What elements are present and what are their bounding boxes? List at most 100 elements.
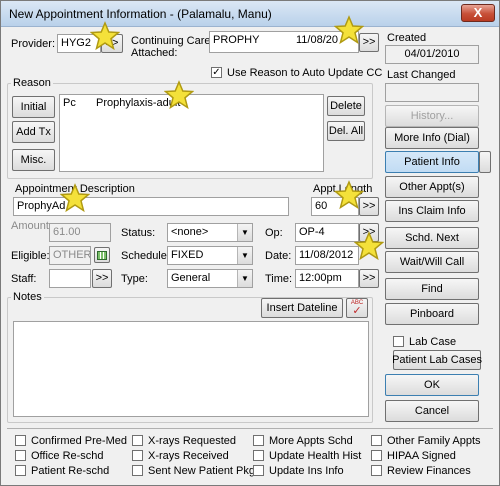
op-field[interactable]: OP-4 bbox=[295, 223, 359, 242]
pinboard-button[interactable]: Pinboard bbox=[385, 303, 479, 325]
op-value: OP-4 bbox=[299, 226, 325, 238]
reason-delete-button[interactable]: Delete bbox=[327, 96, 365, 116]
reason-add-tx-button[interactable]: Add Tx bbox=[12, 121, 55, 143]
x-rays-received-checkbox[interactable] bbox=[132, 450, 143, 461]
date-label: Date: bbox=[265, 250, 292, 262]
use-reason-checkbox[interactable]: ✓ bbox=[211, 67, 222, 78]
patient-info-button[interactable]: Patient Info bbox=[385, 151, 479, 173]
confirmed-pre-med-label: Confirmed Pre-Med bbox=[31, 435, 127, 447]
notes-textarea[interactable] bbox=[13, 321, 369, 417]
x-rays-requested-label: X-rays Requested bbox=[148, 435, 237, 447]
staff-field[interactable] bbox=[49, 269, 91, 288]
reason-item-desc: Prophylaxis-adult bbox=[96, 97, 181, 109]
lab-case-checkbox[interactable] bbox=[393, 336, 404, 347]
other-family-appts-label: Other Family Appts bbox=[387, 435, 481, 447]
more-appts-schd-checkbox[interactable] bbox=[253, 435, 264, 446]
other-appts-button[interactable]: Other Appt(s) bbox=[385, 176, 479, 198]
confirmed-pre-med-checkbox[interactable] bbox=[15, 435, 26, 446]
more-info-button[interactable]: More Info (Dial) bbox=[385, 127, 479, 149]
continuing-care-date: 11/08/20 bbox=[296, 34, 339, 46]
window-title: New Appointment Information - (Palamalu,… bbox=[9, 7, 272, 21]
date-field[interactable]: 11/08/2012 bbox=[295, 246, 359, 265]
description-value: ProphyAd bbox=[17, 200, 66, 212]
appointment-window: New Appointment Information - (Palamalu,… bbox=[0, 0, 500, 486]
type-value: General bbox=[171, 272, 211, 284]
cancel-button[interactable]: Cancel bbox=[385, 400, 479, 422]
last-changed-label: Last Changed bbox=[387, 69, 456, 81]
appt-length-browse-button[interactable]: >> bbox=[359, 197, 379, 216]
schedule-label: Schedule: bbox=[121, 250, 170, 262]
continuing-care-value: PROPHY bbox=[213, 34, 260, 46]
eligibility-grid-button[interactable] bbox=[94, 247, 110, 263]
provider-select[interactable]: HYG2 bbox=[57, 34, 101, 53]
time-browse-button[interactable]: >> bbox=[359, 269, 379, 288]
hipaa-signed-label: HIPAA Signed bbox=[387, 450, 456, 462]
patient-re-schd-checkbox[interactable] bbox=[15, 465, 26, 476]
wait-will-call-button[interactable]: Wait/Will Call bbox=[385, 251, 479, 273]
provider-value: HYG2 bbox=[61, 37, 91, 49]
update-health-hist-checkbox[interactable] bbox=[253, 450, 264, 461]
review-finances-checkbox[interactable] bbox=[371, 465, 382, 476]
chevron-down-icon: ▼ bbox=[237, 247, 252, 264]
time-label: Time: bbox=[265, 273, 293, 285]
date-value: 11/08/2012 bbox=[299, 249, 354, 261]
status-select[interactable]: <none> ▼ bbox=[167, 223, 253, 242]
provider-browse-button[interactable]: >> bbox=[101, 34, 123, 53]
time-value: 12:00pm bbox=[299, 272, 342, 284]
chevron-down-icon: ▼ bbox=[237, 224, 252, 241]
continuing-care-label: Continuing Care bbox=[131, 35, 211, 47]
ins-claim-button[interactable]: Ins Claim Info bbox=[385, 200, 479, 222]
x-rays-received-label: X-rays Received bbox=[148, 450, 229, 462]
type-label: Type: bbox=[121, 273, 148, 285]
reason-initial-button[interactable]: Initial bbox=[12, 96, 55, 118]
status-value: <none> bbox=[171, 226, 209, 238]
last-changed-field bbox=[385, 83, 479, 102]
close-button[interactable]: X bbox=[461, 4, 495, 22]
appt-length-label: Appt Length bbox=[313, 183, 373, 195]
bottom-divider bbox=[7, 428, 493, 429]
chevron-down-icon: ▼ bbox=[237, 270, 252, 287]
history-button[interactable]: History... bbox=[385, 105, 479, 127]
reason-misc-button[interactable]: Misc. bbox=[12, 149, 55, 171]
insert-dateline-button[interactable]: Insert Dateline bbox=[261, 298, 343, 318]
appt-length-field[interactable]: 60 bbox=[311, 197, 359, 216]
description-label: Appointment Description bbox=[15, 183, 135, 195]
patient-lab-cases-button[interactable]: Patient Lab Cases bbox=[392, 350, 482, 370]
created-field: 04/01/2010 bbox=[385, 45, 479, 64]
x-rays-requested-checkbox[interactable] bbox=[132, 435, 143, 446]
provider-label: Provider: bbox=[11, 38, 56, 50]
amount-value: 61.00 bbox=[53, 226, 81, 238]
amount-label: Amount: bbox=[11, 220, 52, 232]
schd-next-button[interactable]: Schd. Next bbox=[385, 227, 479, 249]
patient-info-side-button[interactable] bbox=[479, 151, 491, 173]
type-select[interactable]: General ▼ bbox=[167, 269, 253, 288]
created-value: 04/01/2010 bbox=[404, 48, 460, 60]
schedule-select[interactable]: FIXED ▼ bbox=[167, 246, 253, 265]
staff-browse-button[interactable]: >> bbox=[92, 269, 112, 288]
reason-list[interactable]: Pc Prophylaxis-adult bbox=[59, 94, 324, 172]
reason-del-all-button[interactable]: Del. All bbox=[327, 121, 365, 141]
eligible-field: OTHER bbox=[49, 246, 91, 265]
update-ins-info-checkbox[interactable] bbox=[253, 465, 264, 476]
find-button[interactable]: Find bbox=[385, 278, 479, 300]
hipaa-signed-checkbox[interactable] bbox=[371, 450, 382, 461]
office-re-schd-label: Office Re-schd bbox=[31, 450, 104, 462]
office-re-schd-checkbox[interactable] bbox=[15, 450, 26, 461]
continuing-care-browse-button[interactable]: >> bbox=[359, 33, 379, 52]
schedule-value: FIXED bbox=[171, 249, 204, 261]
grid-icon bbox=[97, 250, 107, 260]
continuing-care-label-2: Attached: bbox=[131, 47, 178, 59]
spell-check-button[interactable]: ABC ✓ bbox=[346, 298, 368, 318]
status-label: Status: bbox=[121, 227, 156, 239]
other-family-appts-checkbox[interactable] bbox=[371, 435, 382, 446]
eligible-value: OTHER bbox=[53, 249, 91, 261]
description-field[interactable]: ProphyAd bbox=[13, 197, 289, 216]
sent-new-patient-pkg-checkbox[interactable] bbox=[132, 465, 143, 476]
op-browse-button[interactable]: >> bbox=[359, 223, 379, 242]
continuing-care-field[interactable]: PROPHY 11/08/20 bbox=[209, 31, 359, 53]
lab-case-label: Lab Case bbox=[409, 336, 457, 348]
check-icon: ✓ bbox=[352, 305, 362, 317]
ok-button[interactable]: OK bbox=[385, 374, 479, 396]
time-field[interactable]: 12:00pm bbox=[295, 269, 359, 288]
use-reason-label: Use Reason to Auto Update CC bbox=[227, 67, 383, 79]
